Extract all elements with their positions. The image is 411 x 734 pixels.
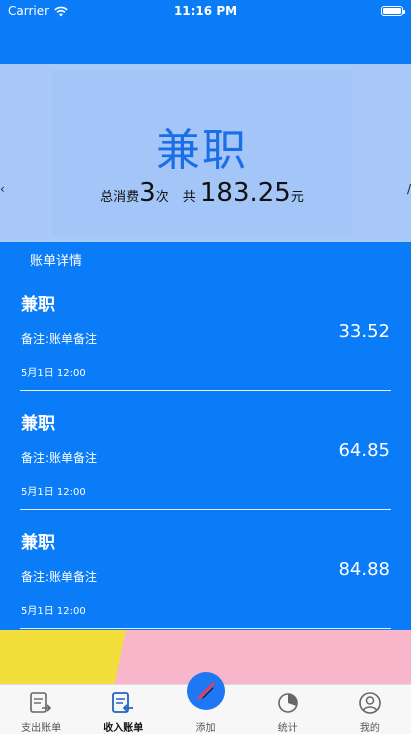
sum-unit: 元 xyxy=(290,190,304,205)
tab-label: 添加 xyxy=(195,723,216,734)
bill-category: 兼职 xyxy=(21,414,55,434)
bill-note: 备注:账单备注 xyxy=(21,570,98,584)
divider xyxy=(20,628,391,629)
bill-note: 备注:账单备注 xyxy=(21,451,98,465)
bill-amount: 33.52 xyxy=(338,321,390,342)
chevron-right-icon: / xyxy=(406,182,411,196)
bill-category: 兼职 xyxy=(21,295,55,315)
add-pen-icon xyxy=(197,682,214,700)
divider xyxy=(20,390,391,391)
count-value: 3 xyxy=(139,178,156,208)
banner-next-card[interactable] xyxy=(363,70,411,236)
income-bill-icon xyxy=(112,692,134,713)
tab-statistics[interactable]: 统计 xyxy=(247,685,329,734)
divider xyxy=(20,509,391,510)
banner-carousel[interactable]: ‹ / 兼职 总消费3次共 183.25元 xyxy=(0,64,411,242)
bill-time: 5月1日 12:00 xyxy=(21,487,86,498)
status-bar: Carrier 11:16 PM xyxy=(0,0,411,22)
sum-label: 共 xyxy=(182,190,196,205)
bill-row[interactable]: 兼职 备注:账单备注 33.52 5月1日 12:00 xyxy=(0,278,411,397)
carrier-label: Carrier xyxy=(8,4,50,18)
add-button[interactable] xyxy=(186,672,225,710)
banner-stats: 总消费3次共 183.25元 xyxy=(52,178,352,208)
user-profile-icon xyxy=(359,692,381,714)
count-unit: 次 xyxy=(155,190,169,205)
sum-value: 183.25 xyxy=(199,178,291,208)
tab-label: 收入账单 xyxy=(103,723,144,734)
strip-yellow-shape xyxy=(0,630,126,686)
tab-label: 我的 xyxy=(359,723,380,734)
bill-amount: 64.85 xyxy=(338,440,390,461)
expense-bill-icon xyxy=(30,692,52,713)
tab-income-bills[interactable]: 收入账单 xyxy=(82,685,164,734)
pie-chart-icon xyxy=(277,693,298,713)
bill-amount: 84.88 xyxy=(338,559,390,580)
tab-label: 统计 xyxy=(277,723,298,734)
bill-note: 备注:账单备注 xyxy=(21,332,98,346)
tab-expense-bills[interactable]: 支出账单 xyxy=(0,685,82,734)
battery-icon xyxy=(381,6,405,16)
tab-add[interactable]: 添加 xyxy=(164,672,246,734)
tab-bar: 支出账单 收入账单 添加 统计 我的 xyxy=(0,672,411,734)
section-title: 账单详情 xyxy=(30,254,83,269)
bill-row[interactable]: 兼职 备注:账单备注 84.88 5月1日 12:00 xyxy=(0,516,411,635)
tab-label: 支出账单 xyxy=(21,723,62,734)
bill-time: 5月1日 12:00 xyxy=(21,368,86,379)
banner-title: 兼职 xyxy=(156,125,248,176)
total-label: 总消费 xyxy=(100,190,140,205)
bill-row[interactable]: 兼职 备注:账单备注 64.85 5月1日 12:00 xyxy=(0,397,411,516)
bill-category: 兼职 xyxy=(21,533,55,553)
wifi-icon xyxy=(54,6,68,16)
status-left: Carrier xyxy=(8,4,68,18)
bill-list: 兼职 备注:账单备注 33.52 5月1日 12:00 兼职 备注:账单备注 6… xyxy=(0,278,411,635)
bill-time: 5月1日 12:00 xyxy=(21,606,86,617)
banner-card[interactable]: 兼职 总消费3次共 183.25元 xyxy=(52,70,352,236)
tab-profile[interactable]: 我的 xyxy=(329,685,411,734)
banner-prev-card[interactable] xyxy=(0,70,10,236)
chevron-left-icon: ‹ xyxy=(0,182,5,196)
